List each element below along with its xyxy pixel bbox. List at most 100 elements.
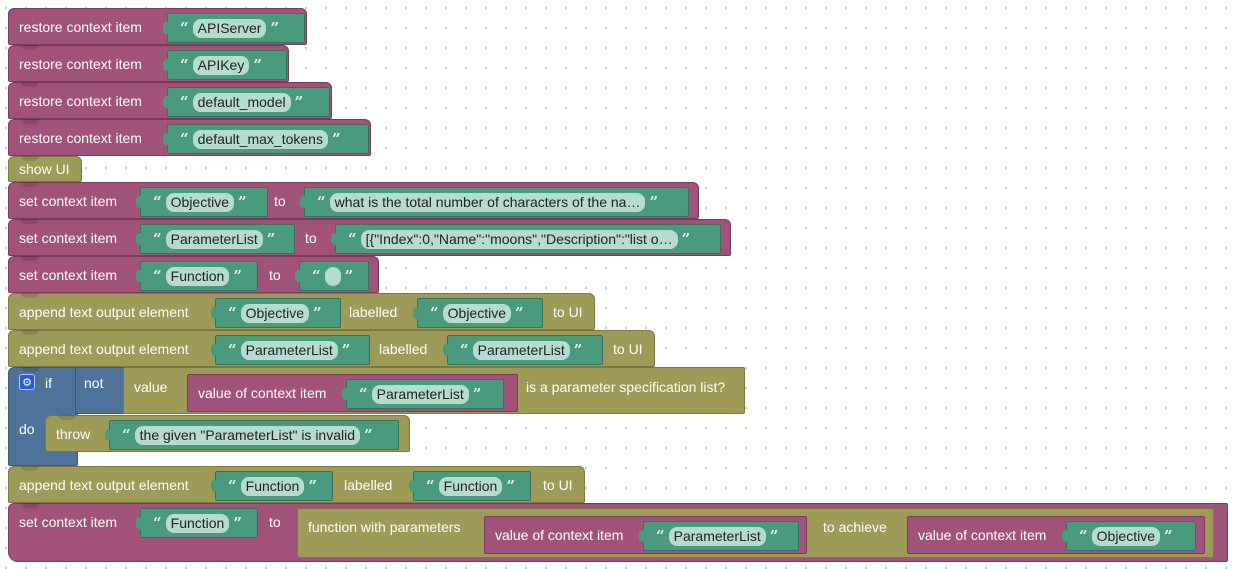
text-field[interactable]: Objective	[240, 303, 309, 323]
value-of-context-item-block[interactable]: value of context item “ Objective ”	[907, 516, 1205, 554]
text-literal-block[interactable]: “ ParameterList ”	[443, 335, 603, 365]
value-of-context-item-block[interactable]: value of context item “ ParameterList ”	[187, 374, 518, 412]
close-quote-icon: ”	[1164, 527, 1173, 545]
text-literal-block[interactable]: “ ParameterList ”	[342, 379, 504, 409]
text-literal-block[interactable]: “ ParameterList ”	[211, 335, 370, 365]
restore-context-item-block-apiserver[interactable]: restore context item “ APIServer ”	[8, 8, 307, 45]
text-literal-block[interactable]: “ Objective ”	[1062, 521, 1196, 551]
restore-context-item-block-apikey[interactable]: restore context item “ APIKey ”	[8, 45, 289, 82]
text-field[interactable]: APIServer	[192, 18, 267, 38]
text-field[interactable]: ParameterList	[165, 229, 263, 249]
text-field[interactable]: ParameterList	[240, 340, 338, 360]
open-quote-icon: “	[180, 19, 189, 37]
open-quote-icon: “	[228, 341, 237, 359]
block-label: append text output element	[19, 477, 189, 493]
text-literal-block[interactable]: “ [{"Index":0,"Name":"moons","Descriptio…	[331, 224, 721, 254]
text-literal-block[interactable]: “ ParameterList ”	[136, 224, 295, 254]
block-label: set context item	[19, 193, 118, 209]
text-field[interactable]	[324, 266, 341, 286]
append-text-output-block-parameterlist[interactable]: append text output element “ ParameterLi…	[8, 330, 655, 367]
text-field[interactable]: Objective	[165, 192, 234, 212]
open-quote-icon: “	[430, 304, 439, 322]
restore-context-item-block-default-max-tokens[interactable]: restore context item “ default_max_token…	[8, 119, 371, 156]
close-quote-icon: ”	[233, 267, 242, 285]
block-label: restore context item	[19, 130, 142, 146]
text-field[interactable]: what is the total number of characters o…	[329, 192, 646, 212]
text-literal-block[interactable]: “ default_max_tokens ”	[163, 124, 369, 154]
set-context-item-block-objective[interactable]: set context item “ Objective ” to “ what…	[8, 182, 699, 219]
open-quote-icon: “	[153, 267, 162, 285]
to-achieve-label: to achieve	[823, 519, 887, 535]
text-field[interactable]: Function	[165, 266, 230, 286]
set-context-item-block-function-with-parameters[interactable]: set context item “ Function ” to functio…	[8, 503, 1228, 562]
text-literal-block[interactable]: “ ParameterList ”	[639, 521, 799, 551]
text-literal-block[interactable]: “ Objective ”	[413, 298, 543, 328]
close-quote-icon: ”	[364, 426, 373, 444]
text-literal-block[interactable]: “ Function ”	[136, 508, 258, 538]
restore-context-item-block-default-model[interactable]: restore context item “ default_model ”	[8, 82, 332, 119]
close-quote-icon: ”	[649, 193, 659, 211]
open-quote-icon: “	[348, 230, 357, 248]
text-field[interactable]: APIKey	[192, 55, 250, 75]
text-literal-block[interactable]: “ Function ”	[409, 471, 531, 501]
block-label: restore context item	[19, 19, 142, 35]
text-literal-block[interactable]: “ APIServer ”	[163, 13, 305, 43]
text-literal-block[interactable]: “ Function ”	[211, 471, 333, 501]
text-field[interactable]: Function	[165, 513, 230, 533]
set-context-item-block-function[interactable]: set context item “ Function ” to “ ”	[8, 256, 379, 293]
text-field[interactable]: [{"Index":0,"Name":"moons","Description"…	[360, 229, 678, 249]
not-block[interactable]: not	[75, 367, 125, 414]
text-field[interactable]: Function	[240, 476, 305, 496]
if-label: if	[45, 375, 52, 391]
text-literal-block[interactable]: “ Objective ”	[136, 187, 268, 217]
text-field[interactable]: the given "ParameterList" is invalid	[134, 425, 361, 445]
gear-icon[interactable]: ⚙	[19, 374, 35, 390]
throw-block[interactable]: throw “ the given "ParameterList" is inv…	[45, 415, 410, 452]
open-quote-icon: “	[180, 93, 189, 111]
text-field[interactable]: ParameterList	[371, 384, 469, 404]
append-text-output-block-objective[interactable]: append text output element “ Objective ”…	[8, 293, 595, 330]
text-field[interactable]: default_max_tokens	[192, 129, 328, 149]
open-quote-icon: “	[153, 193, 162, 211]
is-parameter-specification-list-block[interactable]: value value of context item “ ParameterL…	[123, 367, 745, 414]
open-quote-icon: “	[180, 56, 189, 74]
do-label: do	[19, 421, 35, 437]
text-literal-block[interactable]: “ Objective ”	[211, 298, 341, 328]
function-with-parameters-block[interactable]: function with parameters value of contex…	[297, 508, 1214, 558]
block-label: value of context item	[198, 385, 327, 401]
close-quote-icon: ”	[331, 130, 341, 148]
text-field[interactable]: Function	[438, 476, 503, 496]
labelled-label: labelled	[344, 477, 393, 493]
text-field[interactable]: Objective	[442, 303, 511, 323]
not-label: not	[84, 375, 104, 391]
text-field[interactable]: ParameterList	[668, 526, 766, 546]
block-label: append text output element	[19, 341, 189, 357]
text-literal-block[interactable]: “ ”	[295, 261, 369, 291]
append-text-output-block-function[interactable]: append text output element “ Function ” …	[8, 466, 585, 503]
text-literal-block[interactable]: “ the given "ParameterList" is invalid ”	[105, 420, 399, 450]
value-of-context-item-block[interactable]: value of context item “ ParameterList ”	[484, 516, 807, 554]
close-quote-icon: ”	[769, 527, 779, 545]
to-label: to	[274, 193, 286, 209]
show-ui-block[interactable]: show UI	[8, 156, 82, 182]
text-literal-block[interactable]: “ APIKey ”	[163, 50, 287, 80]
open-quote-icon: “	[1079, 527, 1088, 545]
text-literal-block[interactable]: “ default_model ”	[163, 87, 330, 117]
block-label: set context item	[19, 267, 118, 283]
open-quote-icon: “	[426, 477, 435, 495]
text-field[interactable]: ParameterList	[472, 340, 570, 360]
block-label: append text output element	[19, 304, 189, 320]
text-field[interactable]: Objective	[1091, 526, 1160, 546]
text-field[interactable]: default_model	[192, 92, 291, 112]
labelled-label: labelled	[349, 304, 398, 320]
open-quote-icon: “	[460, 341, 469, 359]
close-quote-icon: ”	[308, 477, 317, 495]
open-quote-icon: “	[180, 130, 189, 148]
text-literal-block[interactable]: “ what is the total number of characters…	[300, 187, 689, 217]
throw-label: throw	[56, 426, 91, 442]
set-context-item-block-parameterlist[interactable]: set context item “ ParameterList ” to “ …	[8, 219, 731, 256]
open-quote-icon: “	[312, 267, 321, 285]
text-literal-block[interactable]: “ Function ”	[136, 261, 258, 291]
to-ui-label: to UI	[553, 304, 583, 320]
close-quote-icon: ”	[238, 193, 247, 211]
